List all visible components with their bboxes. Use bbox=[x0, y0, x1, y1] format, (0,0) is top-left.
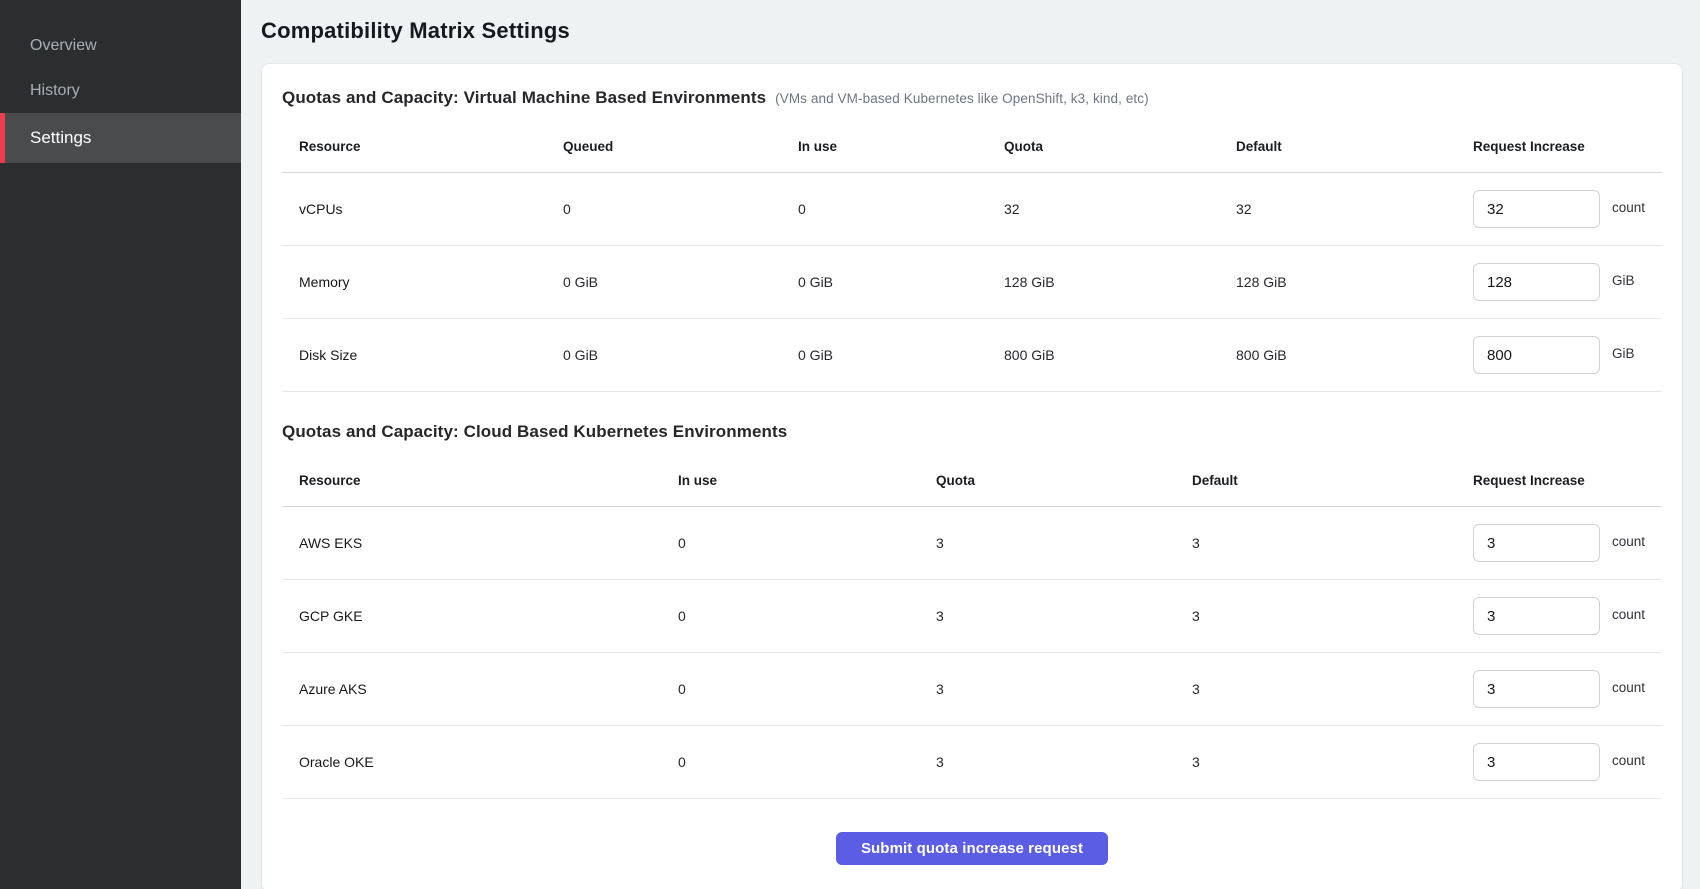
resource-name: Disk Size bbox=[299, 347, 563, 363]
resource-name: Oracle OKE bbox=[299, 754, 678, 770]
main-content: Compatibility Matrix Settings Quotas and… bbox=[241, 0, 1700, 889]
column-header-in-use: In use bbox=[678, 473, 936, 488]
quota-value: 3 bbox=[936, 681, 1192, 697]
quota-value: 800 GiB bbox=[1004, 347, 1236, 363]
request-increase-input-oracle-oke[interactable] bbox=[1473, 743, 1600, 781]
quota-value: 3 bbox=[936, 535, 1192, 551]
column-header-resource: Resource bbox=[299, 139, 563, 154]
request-increase-input-memory[interactable] bbox=[1473, 263, 1600, 301]
default-value: 3 bbox=[1192, 754, 1473, 770]
vm-table-header: Resource Queued In use Quota Default Req… bbox=[282, 120, 1662, 173]
table-row-gcp-gke: GCP GKE 0 3 3 count bbox=[282, 580, 1662, 653]
cloud-section-heading: Quotas and Capacity: Cloud Based Kuberne… bbox=[282, 422, 1662, 442]
unit-label: count bbox=[1612, 607, 1645, 622]
sidebar-item-history[interactable]: History bbox=[0, 68, 241, 113]
cloud-table-header: Resource In use Quota Default Request In… bbox=[282, 454, 1662, 507]
in-use-value: 0 bbox=[678, 754, 936, 770]
request-increase-cell: count bbox=[1473, 190, 1662, 228]
in-use-value: 0 bbox=[678, 681, 936, 697]
request-increase-cell: count bbox=[1473, 524, 1662, 562]
table-row-oracle-oke: Oracle OKE 0 3 3 count bbox=[282, 726, 1662, 799]
column-header-resource: Resource bbox=[299, 473, 678, 488]
queued-value: 0 bbox=[563, 201, 798, 217]
quota-value: 3 bbox=[936, 608, 1192, 624]
column-header-default: Default bbox=[1192, 473, 1473, 488]
submit-row: Submit quota increase request bbox=[282, 832, 1662, 865]
active-indicator bbox=[0, 113, 5, 163]
request-increase-input-vcpus[interactable] bbox=[1473, 190, 1600, 228]
resource-name: GCP GKE bbox=[299, 608, 678, 624]
sidebar-item-label: Settings bbox=[30, 128, 91, 148]
in-use-value: 0 bbox=[798, 201, 1004, 217]
quota-value: 32 bbox=[1004, 201, 1236, 217]
queued-value: 0 GiB bbox=[563, 274, 798, 290]
unit-label: count bbox=[1612, 534, 1645, 549]
request-increase-input-aws-eks[interactable] bbox=[1473, 524, 1600, 562]
column-header-in-use: In use bbox=[798, 139, 1004, 154]
request-increase-input-gcp-gke[interactable] bbox=[1473, 597, 1600, 635]
cloud-section-title: Quotas and Capacity: Cloud Based Kuberne… bbox=[282, 422, 787, 442]
resource-name: Memory bbox=[299, 274, 563, 290]
sidebar-item-overview[interactable]: Overview bbox=[0, 23, 241, 68]
table-row-azure-aks: Azure AKS 0 3 3 count bbox=[282, 653, 1662, 726]
default-value: 3 bbox=[1192, 681, 1473, 697]
column-header-default: Default bbox=[1236, 139, 1473, 154]
column-header-quota: Quota bbox=[936, 473, 1192, 488]
default-value: 3 bbox=[1192, 535, 1473, 551]
request-increase-cell: count bbox=[1473, 670, 1662, 708]
in-use-value: 0 bbox=[678, 535, 936, 551]
table-row-aws-eks: AWS EKS 0 3 3 count bbox=[282, 507, 1662, 580]
in-use-value: 0 GiB bbox=[798, 274, 1004, 290]
in-use-value: 0 GiB bbox=[798, 347, 1004, 363]
unit-label: count bbox=[1612, 680, 1645, 695]
default-value: 128 GiB bbox=[1236, 274, 1473, 290]
table-row-disk-size: Disk Size 0 GiB 0 GiB 800 GiB 800 GiB Gi… bbox=[282, 319, 1662, 392]
quota-value: 3 bbox=[936, 754, 1192, 770]
default-value: 3 bbox=[1192, 608, 1473, 624]
resource-name: Azure AKS bbox=[299, 681, 678, 697]
default-value: 800 GiB bbox=[1236, 347, 1473, 363]
column-header-queued: Queued bbox=[563, 139, 798, 154]
queued-value: 0 GiB bbox=[563, 347, 798, 363]
sidebar-item-label: Overview bbox=[30, 37, 97, 55]
app-window: Overview History Settings Compatibility … bbox=[0, 0, 1700, 889]
request-increase-cell: GiB bbox=[1473, 263, 1662, 301]
unit-label: count bbox=[1612, 753, 1645, 768]
quota-value: 128 GiB bbox=[1004, 274, 1236, 290]
unit-label: GiB bbox=[1612, 273, 1635, 288]
sidebar: Overview History Settings bbox=[0, 0, 241, 889]
page-title: Compatibility Matrix Settings bbox=[261, 16, 1683, 46]
table-row-memory: Memory 0 GiB 0 GiB 128 GiB 128 GiB GiB bbox=[282, 246, 1662, 319]
default-value: 32 bbox=[1236, 201, 1473, 217]
request-increase-input-azure-aks[interactable] bbox=[1473, 670, 1600, 708]
request-increase-input-disk-size[interactable] bbox=[1473, 336, 1600, 374]
column-header-request-increase: Request Increase bbox=[1473, 473, 1662, 488]
unit-label: count bbox=[1612, 200, 1645, 215]
vm-section-subtitle: (VMs and VM-based Kubernetes like OpenSh… bbox=[775, 91, 1149, 106]
request-increase-cell: count bbox=[1473, 743, 1662, 781]
submit-quota-increase-button[interactable]: Submit quota increase request bbox=[836, 832, 1108, 865]
sidebar-nav: Overview History Settings bbox=[0, 0, 241, 163]
vm-section-title: Quotas and Capacity: Virtual Machine Bas… bbox=[282, 88, 766, 108]
in-use-value: 0 bbox=[678, 608, 936, 624]
quotas-card: Quotas and Capacity: Virtual Machine Bas… bbox=[261, 63, 1683, 889]
column-header-quota: Quota bbox=[1004, 139, 1236, 154]
unit-label: GiB bbox=[1612, 346, 1635, 361]
sidebar-item-settings[interactable]: Settings bbox=[0, 113, 241, 163]
sidebar-item-label: History bbox=[30, 82, 80, 100]
vm-section-heading: Quotas and Capacity: Virtual Machine Bas… bbox=[282, 88, 1662, 108]
resource-name: vCPUs bbox=[299, 201, 563, 217]
resource-name: AWS EKS bbox=[299, 535, 678, 551]
column-header-request-increase: Request Increase bbox=[1473, 139, 1662, 154]
request-increase-cell: count bbox=[1473, 597, 1662, 635]
request-increase-cell: GiB bbox=[1473, 336, 1662, 374]
table-row-vcpus: vCPUs 0 0 32 32 count bbox=[282, 173, 1662, 246]
